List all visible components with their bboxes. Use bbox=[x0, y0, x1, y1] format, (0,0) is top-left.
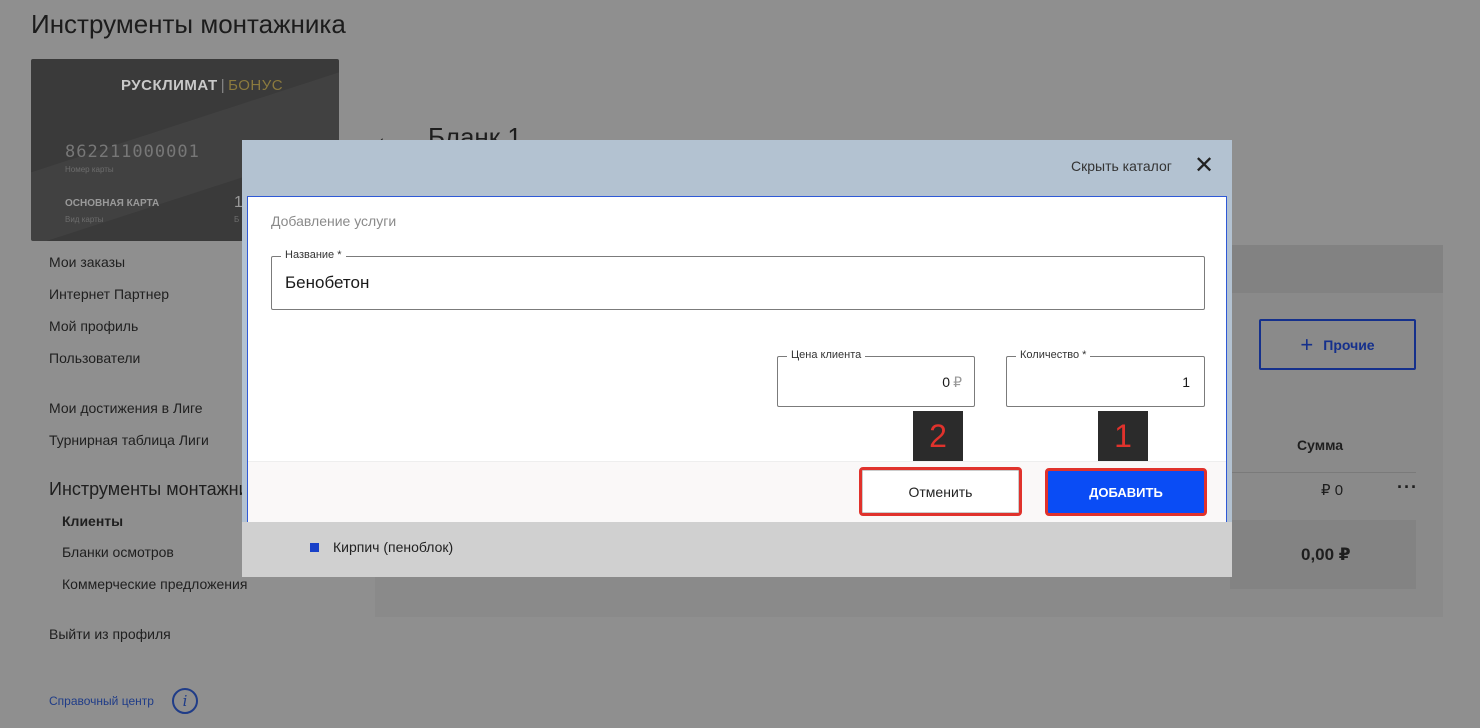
card-brand-bonus: БОНУС bbox=[228, 77, 284, 94]
highlight-cancel bbox=[859, 467, 1022, 516]
name-field-value: Бенобетон bbox=[285, 273, 370, 292]
quantity-value: 1 bbox=[1182, 374, 1190, 390]
card-extra-caption: Б bbox=[234, 215, 240, 224]
card-brand-separator: | bbox=[220, 77, 226, 94]
client-price-label: Цена клиента bbox=[787, 349, 866, 361]
plus-icon: + bbox=[1300, 331, 1314, 357]
help-center-link[interactable]: Справочный центр bbox=[49, 694, 154, 708]
sidebar-item-clients[interactable]: Клиенты bbox=[62, 513, 123, 529]
total-sum: 0,00 ₽ bbox=[1301, 545, 1351, 564]
info-icon[interactable]: i bbox=[172, 688, 198, 714]
row-sum: ₽ 0 bbox=[1321, 482, 1344, 499]
sidebar-item-orders[interactable]: Мои заказы bbox=[49, 254, 125, 270]
name-field-label: Название * bbox=[281, 249, 346, 261]
quantity-label: Количество * bbox=[1016, 349, 1091, 361]
hide-catalog-button[interactable]: Скрыть каталог bbox=[1071, 158, 1172, 174]
sidebar-item-users[interactable]: Пользователи bbox=[49, 350, 140, 366]
divider bbox=[1230, 472, 1416, 473]
dialog-title: Добавление услуги bbox=[271, 213, 397, 229]
sidebar-item-achievements[interactable]: Мои достижения в Лиге bbox=[49, 400, 203, 416]
highlight-add bbox=[1045, 468, 1207, 516]
catalog-item-marker bbox=[310, 543, 319, 552]
page-title: Инструменты монтажника bbox=[31, 9, 346, 39]
card-number: 862211000001 bbox=[65, 142, 200, 162]
sidebar-item-commercial-offers[interactable]: Коммерческие предложения bbox=[62, 576, 247, 592]
catalog-item[interactable]: Кирпич (пеноблок) bbox=[333, 539, 453, 555]
sidebar-item-league-table[interactable]: Турнирная таблица Лиги bbox=[49, 432, 209, 448]
client-price-field[interactable]: Цена клиента 0 ₽ bbox=[777, 349, 975, 407]
name-field[interactable]: Название * Бенобетон bbox=[271, 249, 1205, 310]
client-price-value: 0 bbox=[942, 374, 951, 390]
sidebar-item-profile[interactable]: Мой профиль bbox=[49, 318, 138, 334]
quantity-field[interactable]: Количество * 1 bbox=[1006, 349, 1205, 407]
sidebar-section-tools[interactable]: Инструменты монтажника bbox=[49, 479, 249, 500]
step-badge-1: 1 bbox=[1098, 411, 1148, 461]
card-type-caption: Вид карты bbox=[65, 215, 104, 224]
add-other-label: Прочие bbox=[1323, 336, 1375, 353]
sidebar-item-internet-partner[interactable]: Интернет Партнер bbox=[49, 286, 169, 302]
client-price-value-wrap: 0 ₽ bbox=[942, 374, 962, 391]
close-icon[interactable]: ✕ bbox=[1194, 154, 1214, 178]
card-brand: РУСКЛИМАТ | БОНУС bbox=[121, 77, 283, 94]
step-badge-2: 2 bbox=[913, 411, 963, 461]
more-icon[interactable]: ··· bbox=[1397, 477, 1418, 498]
sidebar-item-inspection-forms[interactable]: Бланки осмотров bbox=[62, 544, 174, 560]
sidebar-item-logout[interactable]: Выйти из профиля bbox=[49, 626, 171, 642]
card-type: ОСНОВНАЯ КАРТА bbox=[65, 198, 160, 209]
currency-symbol: ₽ bbox=[953, 374, 962, 390]
add-other-button[interactable]: + Прочие bbox=[1259, 319, 1416, 370]
card-brand-name: РУСКЛИМАТ bbox=[121, 77, 218, 94]
card-number-caption: Номер карты bbox=[65, 165, 114, 174]
sum-column-header: Сумма bbox=[1297, 437, 1344, 453]
